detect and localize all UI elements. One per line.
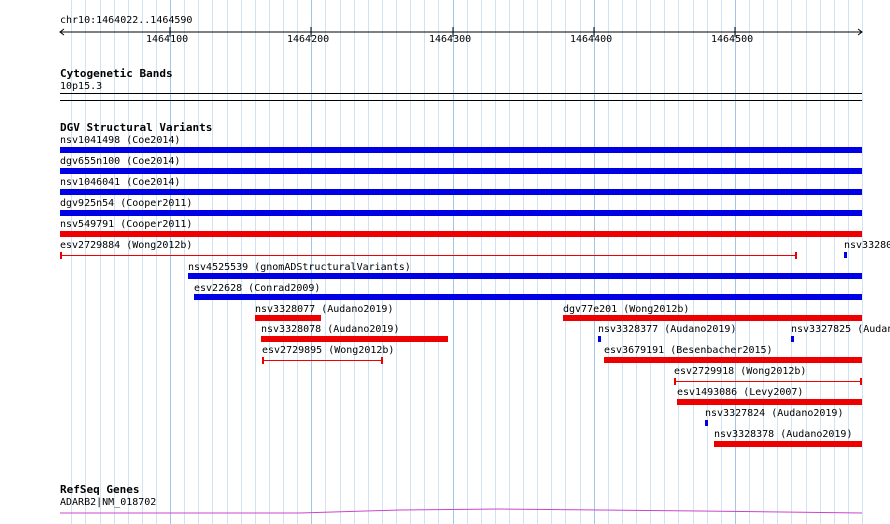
feature-label-dgv655n100[interactable]: dgv655n100 (Coe2014): [60, 156, 180, 167]
feature-label-nsv3328377[interactable]: nsv3328377 (Audano2019): [598, 324, 736, 335]
feature-label-nsv3327824[interactable]: nsv3327824 (Audano2019): [705, 408, 843, 419]
feature-glyph-dgv925n54[interactable]: [60, 210, 862, 216]
feature-label-nsv1046041[interactable]: nsv1046041 (Coe2014): [60, 177, 180, 188]
ruler-tick-label: 1464400: [570, 34, 613, 45]
cytoband-bar-bottom: [60, 100, 862, 101]
cytoband-track-title: Cytogenetic Bands: [60, 67, 173, 80]
feature-glyph-esv1493086[interactable]: [677, 399, 862, 405]
feature-glyph-nsv3327824[interactable]: [705, 420, 708, 426]
feature-label-dgv77e201[interactable]: dgv77e201 (Wong2012b): [563, 304, 689, 315]
feature-glyph-esv3679191[interactable]: [604, 357, 862, 363]
feature-start-tick: [60, 252, 62, 259]
feature-end-tick: [860, 378, 862, 385]
feature-label-nsv1041498[interactable]: nsv1041498 (Coe2014): [60, 135, 180, 146]
feature-glyph-nsv4525539[interactable]: [188, 273, 862, 279]
feature-label-esv2729918[interactable]: esv2729918 (Wong2012b): [674, 366, 806, 377]
feature-glyph-nsv1041498[interactable]: [60, 147, 862, 153]
feature-label-nsv3327825[interactable]: nsv3327825 (Audano2019): [791, 324, 890, 335]
cytoband-bar-top: [60, 93, 862, 94]
feature-start-tick: [262, 357, 264, 364]
feature-label-esv2729895[interactable]: esv2729895 (Wong2012b): [262, 345, 394, 356]
feature-label-nsv3328078[interactable]: nsv3328078 (Audano2019): [261, 324, 399, 335]
feature-glyph-nsv1046041[interactable]: [60, 189, 862, 195]
feature-glyph-esv22628[interactable]: [194, 294, 862, 300]
feature-label-nsv549791[interactable]: nsv549791 (Cooper2011): [60, 219, 192, 230]
feature-label-nsv3328378[interactable]: nsv3328378 (Audano2019): [714, 429, 852, 440]
cytoband-label: 10p15.3: [60, 81, 103, 92]
feature-glyph-esv2729918[interactable]: [674, 378, 862, 385]
feature-glyph-dgv77e201[interactable]: [563, 315, 862, 321]
feature-label-dgv925n54[interactable]: dgv925n54 (Cooper2011): [60, 198, 192, 209]
refseq-gene-model[interactable]: [0, 505, 890, 524]
feature-glyph-nsv3328077[interactable]: [255, 315, 321, 321]
feature-glyph-esv2729895[interactable]: [262, 357, 383, 364]
ruler-tick-label: 1464300: [429, 34, 472, 45]
feature-glyph-nsv3328377[interactable]: [598, 336, 601, 342]
feature-glyph-nsv3328078[interactable]: [261, 336, 448, 342]
feature-label-esv2729884[interactable]: esv2729884 (Wong2012b): [60, 240, 192, 251]
dgv-track-title: DGV Structural Variants: [60, 121, 213, 134]
refseq-track-title: RefSeq Genes: [60, 483, 140, 496]
ruler-tick-label: 1464200: [287, 34, 330, 45]
feature-end-tick: [381, 357, 383, 364]
feature-label-esv3679191[interactable]: esv3679191 (Besenbacher2015): [604, 345, 773, 356]
ruler-tick-label: 1464100: [146, 34, 189, 45]
feature-label-esv1493086[interactable]: esv1493086 (Levy2007): [677, 387, 803, 398]
ruler-tick-label: 1464500: [711, 34, 754, 45]
feature-label-nsv4525539[interactable]: nsv4525539 (gnomADStructuralVariants): [188, 262, 411, 273]
feature-label-nsv3328077[interactable]: nsv3328077 (Audano2019): [255, 304, 393, 315]
feature-glyph-dgv655n100[interactable]: [60, 168, 862, 174]
feature-glyph-nsv332808[interactable]: [844, 252, 847, 258]
feature-glyph-nsv3328378[interactable]: [714, 441, 862, 447]
feature-start-tick: [674, 378, 676, 385]
feature-glyph-nsv3327825[interactable]: [791, 336, 794, 342]
feature-glyph-esv2729884[interactable]: [60, 252, 797, 259]
feature-end-tick: [795, 252, 797, 259]
feature-label-nsv332808[interactable]: nsv332808: [844, 240, 890, 251]
feature-glyph-nsv549791[interactable]: [60, 231, 862, 237]
feature-label-esv22628[interactable]: esv22628 (Conrad2009): [194, 283, 320, 294]
